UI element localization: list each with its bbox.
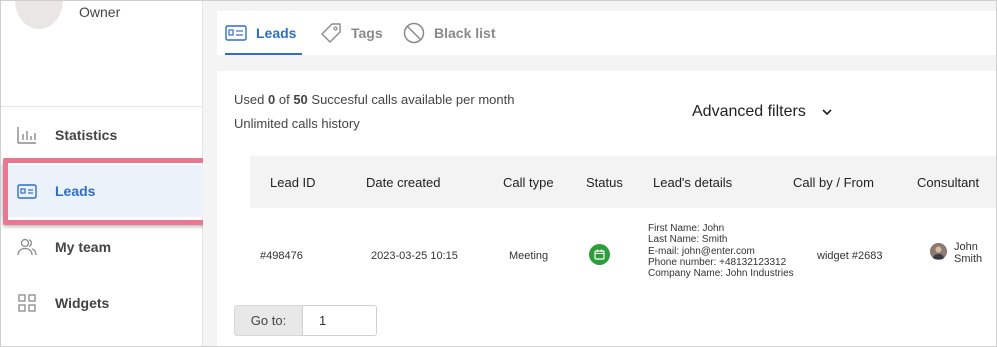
leads-panel: Used 0 of 50 Succesful calls available p…	[217, 71, 996, 346]
consultant-cell: John Smith	[930, 241, 982, 265]
usage-used-count: 0	[267, 92, 276, 107]
tab-tags[interactable]: Tags	[320, 11, 383, 55]
goto-page-input[interactable]	[302, 305, 377, 336]
detail-company: Company Name: John Industries	[648, 268, 794, 280]
advanced-filters-label: Advanced filters	[692, 103, 806, 120]
column-header-date-created[interactable]: Date created	[366, 156, 440, 208]
tabs-bar: Leads Tags Black list	[217, 11, 996, 55]
column-header-lead-details[interactable]: Lead's details	[653, 156, 732, 208]
sidebar-item-label: My team	[55, 239, 112, 255]
sidebar-item-widgets[interactable]: Widgets	[1, 277, 203, 329]
sidebar-item-my-team[interactable]: My team	[1, 221, 203, 273]
usage-suffix: Succesful calls available per month	[311, 92, 515, 107]
consultant-avatar	[930, 243, 947, 260]
chevron-down-icon	[822, 108, 832, 116]
consultant-last-name: Smith	[954, 253, 983, 265]
sidebar: Owner Statistics Leads My team Widgets	[1, 1, 208, 346]
detail-email: E-mail: john@enter.com	[648, 245, 755, 257]
sidebar-item-label: Statistics	[55, 127, 118, 143]
consultant-name: John Smith	[954, 241, 982, 265]
column-header-status[interactable]: Status	[586, 156, 623, 208]
column-header-call-type[interactable]: Call type	[503, 156, 554, 208]
sidebar-item-statistics[interactable]: Statistics	[1, 109, 203, 161]
detail-first-name: First Name: John	[648, 223, 725, 234]
calendar-status-icon[interactable]	[589, 244, 610, 265]
user-role-label: Owner	[79, 4, 121, 20]
tab-label: Leads	[256, 25, 297, 41]
pagination-goto: Go to:	[234, 305, 377, 336]
table-header: Lead ID Date created Call type Status Le…	[250, 156, 996, 208]
usage-of-text: of	[278, 92, 290, 107]
column-header-consultant[interactable]: Consultant	[917, 156, 979, 208]
lead-details-cell: First Name: John Last Name: Smith E-mail…	[648, 223, 794, 279]
sidebar-divider	[1, 106, 203, 107]
block-icon	[403, 22, 425, 44]
detail-last-name: Last Name: Smith	[648, 234, 728, 246]
consultant-first-name: John	[954, 241, 978, 253]
tab-label: Tags	[351, 25, 383, 41]
widgets-grid-icon	[17, 293, 37, 313]
sidebar-item-leads[interactable]: Leads	[1, 165, 203, 217]
date-created-cell: 2023-03-25 10:15	[371, 250, 458, 262]
lead-id-cell[interactable]: #498476	[260, 250, 303, 262]
bar-chart-icon	[17, 125, 37, 145]
tab-label: Black list	[434, 25, 496, 41]
history-note: Unlimited calls history	[234, 116, 360, 131]
column-header-call-by[interactable]: Call by / From	[793, 156, 874, 208]
sidebar-item-label: Widgets	[55, 295, 110, 311]
tab-leads[interactable]: Leads	[225, 11, 303, 55]
main-content: Leads Tags Black list Used 0 of 50 Succe…	[203, 1, 996, 346]
usage-prefix: Used	[234, 92, 265, 107]
goto-label: Go to:	[234, 305, 302, 336]
advanced-filters-toggle[interactable]: Advanced filters	[692, 103, 832, 121]
tag-icon	[320, 22, 342, 44]
column-header-lead-id[interactable]: Lead ID	[270, 156, 316, 208]
table-row[interactable]: #498476 2023-03-25 10:15 Meeting First N…	[250, 208, 996, 303]
detail-phone: Phone number: +48132123312	[648, 256, 787, 268]
call-by-cell: widget #2683	[817, 250, 883, 262]
usage-summary: Used 0 of 50 Succesful calls available p…	[234, 92, 514, 107]
app-window: Owner Statistics Leads My team Widgets L…	[0, 0, 997, 347]
user-avatar[interactable]	[15, 1, 63, 29]
tab-black-list[interactable]: Black list	[403, 11, 495, 55]
contact-card-icon	[17, 181, 37, 201]
team-icon	[17, 237, 37, 257]
contact-card-icon	[225, 22, 247, 44]
usage-limit-count: 50	[293, 92, 308, 107]
call-type-cell: Meeting	[509, 250, 549, 262]
sidebar-item-label: Leads	[55, 183, 96, 199]
